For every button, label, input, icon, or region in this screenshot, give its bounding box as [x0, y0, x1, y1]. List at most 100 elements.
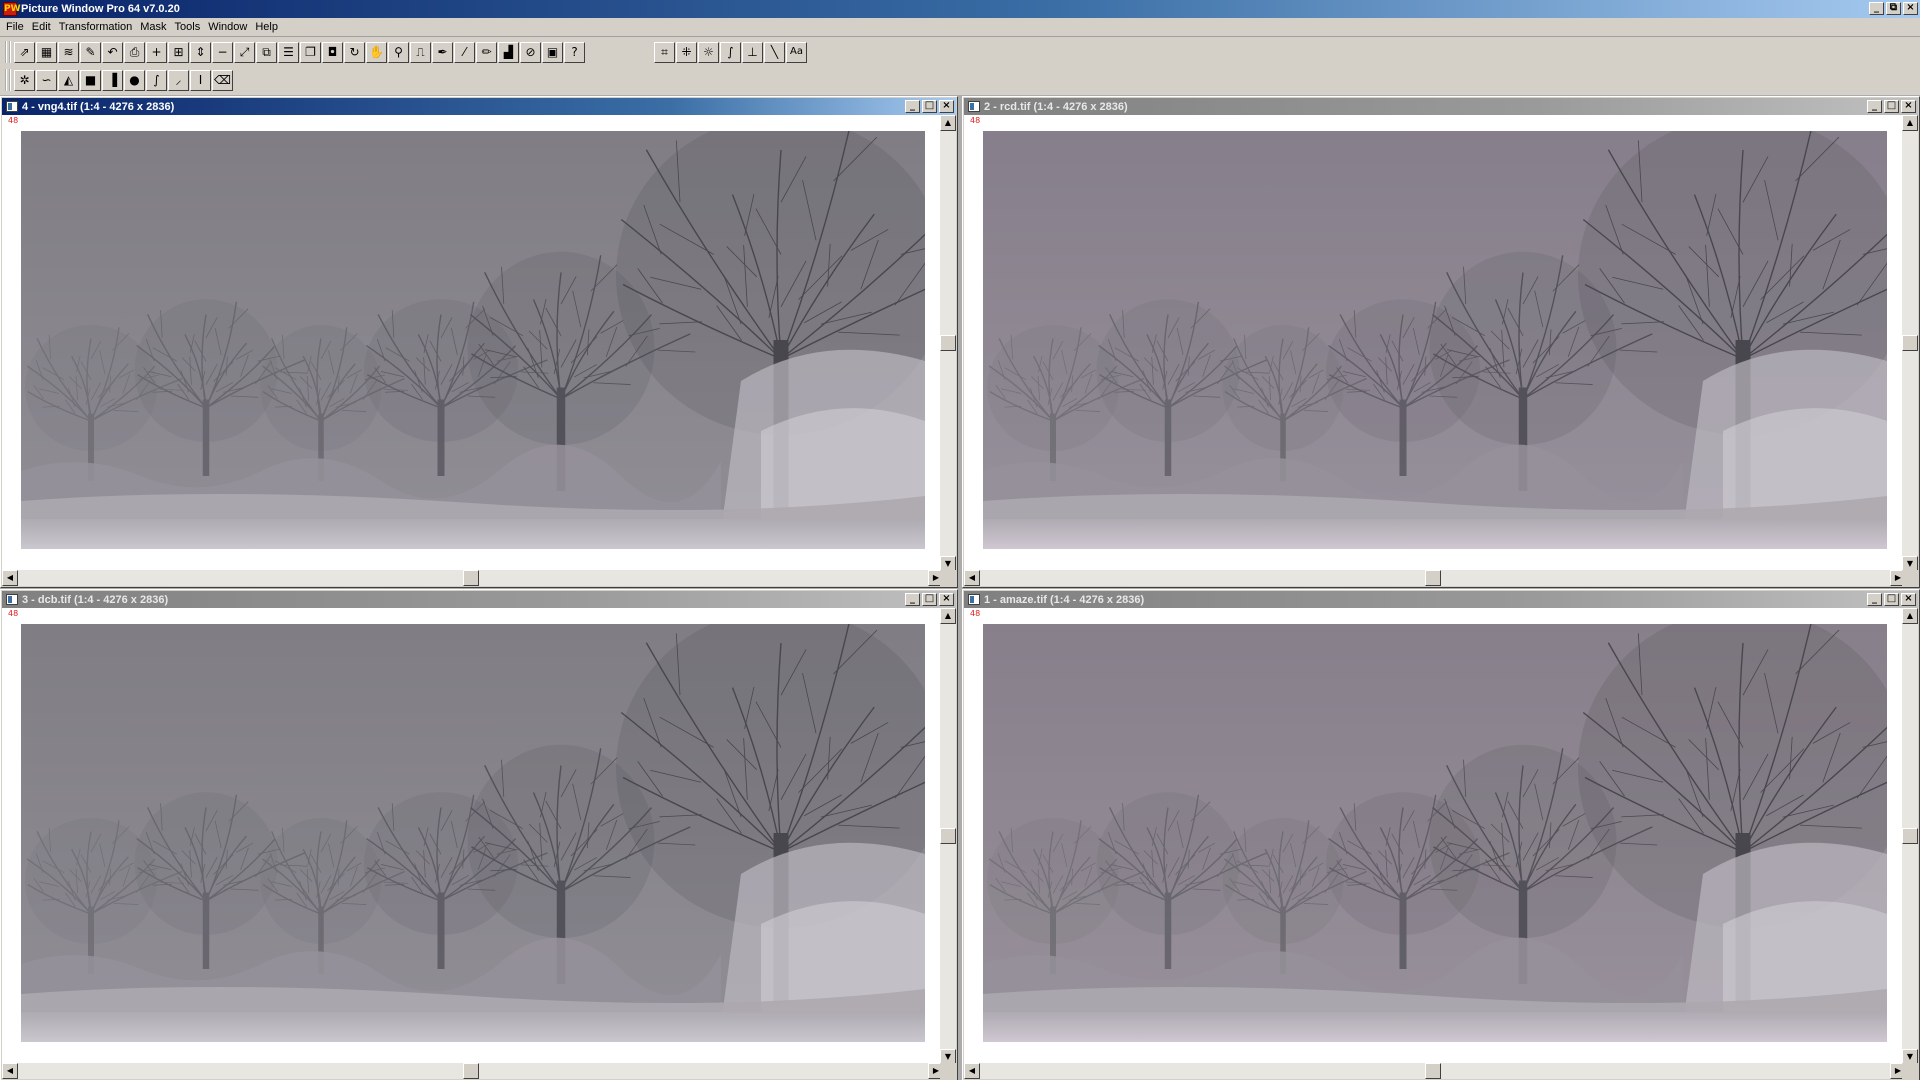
mask-fill-button[interactable]: ■: [80, 69, 101, 91]
full-screen-button[interactable]: ⤢: [234, 41, 255, 63]
print-button[interactable]: ⎙: [124, 41, 145, 63]
mask-sphere-button[interactable]: ●: [124, 69, 145, 91]
resize-button[interactable]: ⇕: [190, 41, 211, 63]
document-minimize-button[interactable]: _: [1867, 100, 1882, 113]
app-close-button[interactable]: ×: [1903, 2, 1918, 15]
menu-window[interactable]: Window: [204, 19, 251, 36]
scroll-up-arrow-icon[interactable]: ▲: [1902, 608, 1918, 624]
edit-button[interactable]: ✎: [80, 41, 101, 63]
document-icon[interactable]: [968, 101, 980, 112]
menu-tools[interactable]: Tools: [171, 19, 205, 36]
document-window[interactable]: 2 - rcd.tif (1:4 - 4276 x 2836) _ □ × 48…: [962, 96, 1920, 588]
document-icon[interactable]: [6, 594, 18, 605]
pencil-button[interactable]: ✏: [476, 41, 497, 63]
document-close-button[interactable]: ×: [939, 593, 954, 606]
scroll-left-arrow-icon[interactable]: ◀: [2, 570, 18, 586]
mask-text-button[interactable]: I: [190, 69, 211, 91]
scroll-up-arrow-icon[interactable]: ▲: [940, 608, 956, 624]
camera-button[interactable]: ◘: [322, 41, 343, 63]
horizontal-scroll-thumb[interactable]: [1425, 570, 1441, 586]
paperclip-button[interactable]: ⊘: [520, 41, 541, 63]
winter-landscape-image[interactable]: [983, 624, 1887, 1042]
document-window[interactable]: 3 - dcb.tif (1:4 - 4276 x 2836) _ □ × 48…: [0, 589, 958, 1080]
image-canvas[interactable]: 48: [964, 115, 1906, 572]
document-title-bar[interactable]: 4 - vng4.tif (1:4 - 4276 x 2836) _ □ ×: [2, 98, 956, 115]
add-button[interactable]: +: [146, 41, 167, 63]
document-maximize-button[interactable]: □: [922, 593, 937, 606]
document-maximize-button[interactable]: □: [922, 100, 937, 113]
waves-button[interactable]: ≋: [58, 41, 79, 63]
windows-button[interactable]: ❐: [300, 41, 321, 63]
document-maximize-button[interactable]: □: [1884, 100, 1899, 113]
document-title-bar[interactable]: 2 - rcd.tif (1:4 - 4276 x 2836) _ □ ×: [964, 98, 1918, 115]
scroll-left-arrow-icon[interactable]: ◀: [2, 1063, 18, 1079]
horizontal-scroll-thumb[interactable]: [463, 1063, 479, 1079]
menu-mask[interactable]: Mask: [136, 19, 170, 36]
horizontal-scrollbar[interactable]: ◀ ▶: [2, 1063, 944, 1079]
document-maximize-button[interactable]: □: [1884, 593, 1899, 606]
toolbar-grip[interactable]: [5, 69, 11, 91]
image-canvas[interactable]: 48: [2, 608, 944, 1065]
winter-landscape-image[interactable]: [21, 131, 925, 549]
mask-curve-button[interactable]: ∽: [36, 69, 57, 91]
crop-button[interactable]: ⌗: [654, 41, 675, 63]
document-minimize-button[interactable]: _: [1867, 593, 1882, 606]
stamp-button[interactable]: ⎍: [410, 41, 431, 63]
document-close-button[interactable]: ×: [1901, 100, 1916, 113]
image-canvas[interactable]: 48: [2, 115, 944, 572]
mask-eraser-button[interactable]: ⌫: [212, 69, 233, 91]
toolbar-grip[interactable]: [5, 41, 11, 63]
document-minimize-button[interactable]: _: [905, 593, 920, 606]
horizontal-scrollbar[interactable]: ◀ ▶: [964, 1063, 1906, 1079]
menu-help[interactable]: Help: [251, 19, 282, 36]
scroll-up-arrow-icon[interactable]: ▲: [1902, 115, 1918, 131]
winter-landscape-image[interactable]: [983, 131, 1887, 549]
vertical-scrollbar[interactable]: ▲ ▼: [940, 115, 956, 572]
scroll-left-arrow-icon[interactable]: ◀: [964, 570, 980, 586]
remove-button[interactable]: −: [212, 41, 233, 63]
zoom-fit-button[interactable]: ⊞: [168, 41, 189, 63]
brush-button[interactable]: ⁄: [454, 41, 475, 63]
document-title-bar[interactable]: 3 - dcb.tif (1:4 - 4276 x 2836) _ □ ×: [2, 591, 956, 608]
transform-button[interactable]: ⁜: [676, 41, 697, 63]
histogram-button[interactable]: ▟: [498, 41, 519, 63]
app-minimize-button[interactable]: _: [1869, 2, 1884, 15]
undo-button[interactable]: ↶: [102, 41, 123, 63]
mask-dropper-button[interactable]: ⸝: [168, 69, 189, 91]
levels-button[interactable]: ⊥: [742, 41, 763, 63]
grid-button[interactable]: ▦: [36, 41, 57, 63]
document-close-button[interactable]: ×: [1901, 593, 1916, 606]
menu-edit[interactable]: Edit: [28, 19, 55, 36]
scroll-up-arrow-icon[interactable]: ▲: [940, 115, 956, 131]
document-window[interactable]: 4 - vng4.tif (1:4 - 4276 x 2836) _ □ × 4…: [0, 96, 958, 588]
mask-shape-button[interactable]: ◭: [58, 69, 79, 91]
document-icon[interactable]: [6, 101, 18, 112]
horizontal-scroll-thumb[interactable]: [1425, 1063, 1441, 1079]
app-restore-button[interactable]: ⧉: [1886, 2, 1901, 15]
horizontal-scrollbar[interactable]: ◀ ▶: [964, 570, 1906, 586]
horizontal-scroll-thumb[interactable]: [463, 570, 479, 586]
vertical-scrollbar[interactable]: ▲ ▼: [1902, 115, 1918, 572]
text-button[interactable]: Aa: [786, 41, 807, 63]
document-title-bar[interactable]: 1 - amaze.tif (1:4 - 4276 x 2836) _ □ ×: [964, 591, 1918, 608]
app-title-bar[interactable]: PW Picture Window Pro 64 v7.0.20 _ ⧉ ×: [0, 0, 1920, 18]
vertical-scroll-thumb[interactable]: [1902, 828, 1918, 844]
vertical-scrollbar[interactable]: ▲ ▼: [940, 608, 956, 1065]
app-icon[interactable]: PW: [3, 2, 21, 16]
document-minimize-button[interactable]: _: [905, 100, 920, 113]
curves-button[interactable]: ∫: [720, 41, 741, 63]
vertical-scroll-thumb[interactable]: [1902, 335, 1918, 351]
mask-gradient-button[interactable]: ▐: [102, 69, 123, 91]
mask-brush-button[interactable]: ✲: [14, 69, 35, 91]
document-icon[interactable]: [968, 594, 980, 605]
hand-button[interactable]: ✋: [366, 41, 387, 63]
mask-curves-button[interactable]: ∫: [146, 69, 167, 91]
rotate-button[interactable]: ↻: [344, 41, 365, 63]
screenshot-button[interactable]: ▣: [542, 41, 563, 63]
pen-button[interactable]: ✒: [432, 41, 453, 63]
document-window[interactable]: 1 - amaze.tif (1:4 - 4276 x 2836) _ □ × …: [962, 589, 1920, 1080]
brightness-button[interactable]: ☼: [698, 41, 719, 63]
menu-transformation[interactable]: Transformation: [55, 19, 137, 36]
duplicate-button[interactable]: ⧉: [256, 41, 277, 63]
document-close-button[interactable]: ×: [939, 100, 954, 113]
